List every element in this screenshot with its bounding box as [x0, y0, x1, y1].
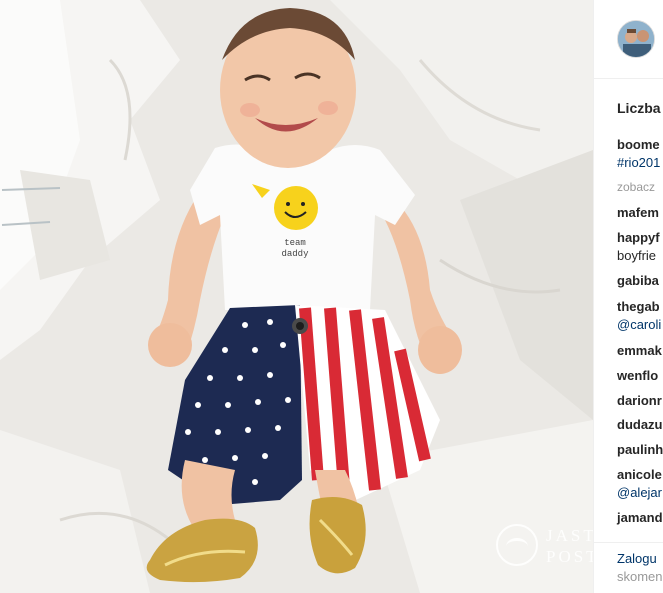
- login-link[interactable]: Zalogu: [617, 551, 657, 566]
- comment-item: gabiba: [617, 273, 659, 289]
- comment-item: anicole: [617, 467, 662, 483]
- comment-item: wenflo: [617, 368, 658, 384]
- watermark-logo: JASTR POST: [496, 522, 593, 572]
- comment-mention[interactable]: @caroli: [617, 317, 661, 332]
- comment-item: thegab: [617, 299, 660, 315]
- comment-item: dudazu: [617, 417, 663, 433]
- onesie-text-team: team: [284, 238, 306, 248]
- comment-item: @alejar: [617, 485, 662, 501]
- comment-item: happyf: [617, 230, 660, 246]
- comment-username[interactable]: wenflo: [617, 368, 658, 383]
- comment-username[interactable]: jamand: [617, 510, 663, 525]
- comment-username[interactable]: thegab: [617, 299, 660, 314]
- comment-item: boome: [617, 137, 660, 153]
- comment-item: #rio201: [617, 155, 660, 171]
- comment-username[interactable]: mafem: [617, 205, 659, 220]
- baby-photo-illustration: team daddy: [0, 0, 593, 593]
- comment-item: mafem: [617, 205, 659, 221]
- comment-hashtag[interactable]: #rio201: [617, 155, 660, 170]
- comment-username[interactable]: anicole: [617, 467, 662, 482]
- view-more-comments[interactable]: zobacz: [617, 179, 655, 195]
- comment-item: boyfrie: [617, 248, 656, 264]
- comment-item: jamand: [617, 510, 663, 526]
- avatar-image: [618, 21, 654, 57]
- login-prompt-rest: skomen: [617, 569, 663, 584]
- comment-item: emmak: [617, 343, 662, 359]
- likes-count[interactable]: Liczba: [617, 100, 661, 116]
- footer-divider: [594, 542, 663, 543]
- comment-username[interactable]: paulinh: [617, 442, 663, 457]
- watermark-text-bottom: POST: [546, 547, 593, 566]
- comment-username[interactable]: boome: [617, 137, 660, 152]
- view-more-label[interactable]: zobacz: [617, 180, 655, 194]
- comment-item: @caroli: [617, 317, 661, 333]
- comment-username[interactable]: happyf: [617, 230, 660, 245]
- comment-mention[interactable]: @alejar: [617, 485, 662, 500]
- comment-username[interactable]: dudazu: [617, 417, 663, 432]
- comment-username[interactable]: emmak: [617, 343, 662, 358]
- comment-username[interactable]: gabiba: [617, 273, 659, 288]
- comment-text: boyfrie: [617, 248, 657, 263]
- comment-item: paulinh: [617, 442, 663, 458]
- onesie-text-daddy: daddy: [281, 249, 309, 259]
- post-photo[interactable]: team daddy JAST POS: [0, 0, 593, 593]
- author-avatar[interactable]: [617, 20, 655, 58]
- post-side-panel: Liczba boome #rio201 zobacz mafem happyf…: [593, 0, 663, 593]
- login-prompt: Zalogu: [617, 551, 657, 566]
- header-divider: [594, 78, 663, 79]
- comment-username[interactable]: darionr: [617, 393, 662, 408]
- comment-item: darionr: [617, 393, 662, 409]
- watermark-circle-icon: [496, 524, 538, 566]
- watermark-text-top: JASTR: [546, 526, 593, 545]
